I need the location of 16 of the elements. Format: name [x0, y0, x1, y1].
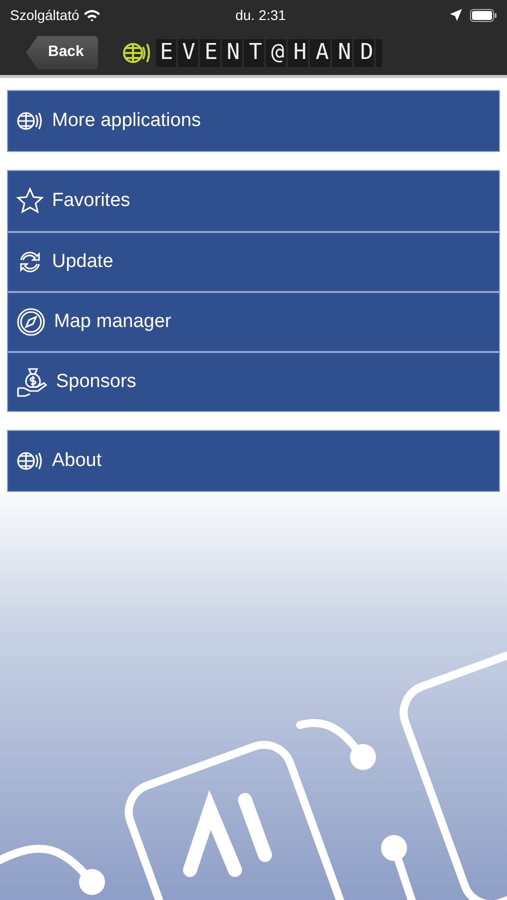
menu-item[interactable]: More applications	[8, 91, 499, 151]
carrier-name: Szolgáltató	[10, 6, 80, 25]
menu-item[interactable]: Update	[8, 231, 499, 291]
menu-item[interactable]: Favorites	[8, 171, 499, 231]
back-button[interactable]: Back	[26, 36, 98, 70]
wifi-icon	[83, 8, 102, 22]
status-time: du. 2:31	[235, 6, 286, 24]
battery-icon	[470, 8, 497, 22]
compass-icon	[16, 307, 46, 337]
location-arrow-icon	[450, 9, 462, 21]
menu-item[interactable]: Sponsors	[8, 351, 499, 411]
app-logo-title: EVENT@HAND	[156, 38, 382, 66]
money-bag-icon	[16, 366, 48, 398]
star-icon	[16, 187, 44, 215]
menu-item[interactable]: Map manager	[8, 291, 499, 351]
menu-item[interactable]: About	[8, 431, 499, 491]
